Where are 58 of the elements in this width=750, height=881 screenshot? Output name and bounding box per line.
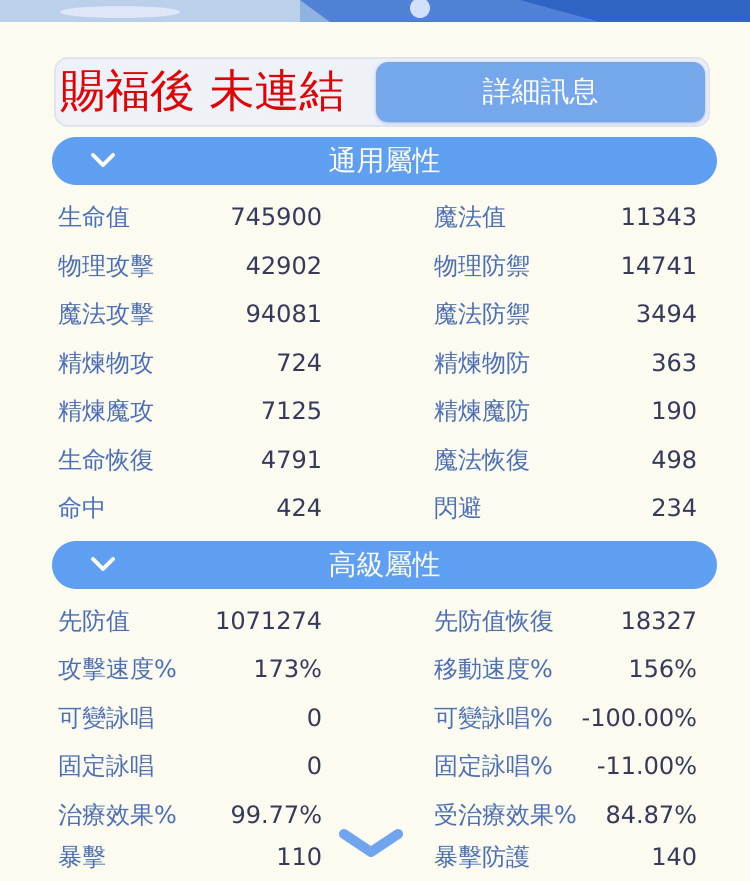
stat-value: 724 — [275, 348, 322, 377]
stat-label: 閃避 — [434, 493, 483, 524]
stat-label: 可變詠唱% — [434, 702, 554, 734]
stat-label: 固定詠唱 — [58, 751, 155, 782]
stat-label: 移動速度% — [434, 654, 554, 686]
stat-value: 7125 — [260, 397, 322, 426]
stat-value: 94081 — [244, 300, 322, 328]
stat-label: 命中 — [58, 493, 107, 524]
stat-label: 精煉物攻 — [58, 348, 155, 379]
stat-value: 745900 — [229, 203, 322, 232]
stat-label: 治療效果% — [58, 800, 178, 831]
stat-value: 498 — [650, 446, 697, 474]
stat-label: 先防值 — [58, 606, 131, 637]
stat-label: 先防值恢復 — [434, 606, 555, 637]
stat-label: 暴擊 — [58, 842, 107, 873]
stat-value: -100.00% — [580, 704, 697, 732]
stat-label: 精煉魔攻 — [58, 396, 155, 428]
section-header[interactable]: 高級屬性 — [52, 540, 717, 588]
stat-value: 4791 — [260, 446, 322, 474]
stat-label: 精煉魔防 — [434, 396, 531, 428]
stat-value: 173% — [252, 655, 322, 684]
stat-label: 精煉物防 — [434, 348, 531, 379]
stat-value: 1071274 — [214, 606, 322, 635]
stat-label: 可變詠唱 — [58, 702, 155, 734]
stat-label: 固定詠唱% — [434, 751, 554, 782]
stat-label: 魔法防禦 — [434, 299, 531, 330]
stat-value: 140 — [650, 843, 697, 871]
section-header[interactable]: 通用屬性 — [52, 137, 717, 185]
stat-value: 3494 — [634, 300, 697, 328]
stat-label: 物理攻擊 — [58, 250, 155, 282]
stat-label: 生命值 — [58, 202, 131, 234]
stat-label: 魔法值 — [434, 202, 507, 234]
stat-value: 0 — [306, 752, 322, 780]
stat-value: 11343 — [620, 203, 697, 232]
stat-value: 42902 — [244, 252, 322, 280]
stat-value: -11.00% — [596, 752, 697, 780]
stat-label: 暴擊防護 — [434, 842, 531, 873]
annotation-text: 賜福後 未連結 — [60, 63, 344, 119]
section-title: 通用屬性 — [328, 143, 442, 179]
stat-label: 受治療效果% — [434, 800, 574, 831]
stat-label: 物理防禦 — [434, 250, 531, 282]
stat-label: 魔法攻擊 — [58, 299, 155, 330]
stat-value: 0 — [306, 704, 322, 732]
stat-value: 190 — [650, 397, 697, 426]
stat-value: 14741 — [620, 252, 697, 280]
stat-label: 魔法恢復 — [434, 444, 531, 476]
tab[interactable]: 詳細訊息 — [376, 62, 705, 122]
stat-value: 84.87% — [604, 800, 697, 829]
stat-value: 234 — [650, 494, 697, 522]
section-title: 高級屬性 — [328, 546, 442, 582]
stat-value: 363 — [650, 348, 697, 377]
stat-label: 生命恢復 — [58, 444, 155, 476]
stat-label: 攻擊速度% — [58, 654, 178, 686]
stat-value: 99.77% — [229, 800, 322, 829]
stat-value: 156% — [627, 655, 697, 684]
stat-value: 424 — [275, 494, 322, 522]
stat-value: 18327 — [620, 606, 697, 635]
stat-value: 110 — [275, 843, 322, 871]
